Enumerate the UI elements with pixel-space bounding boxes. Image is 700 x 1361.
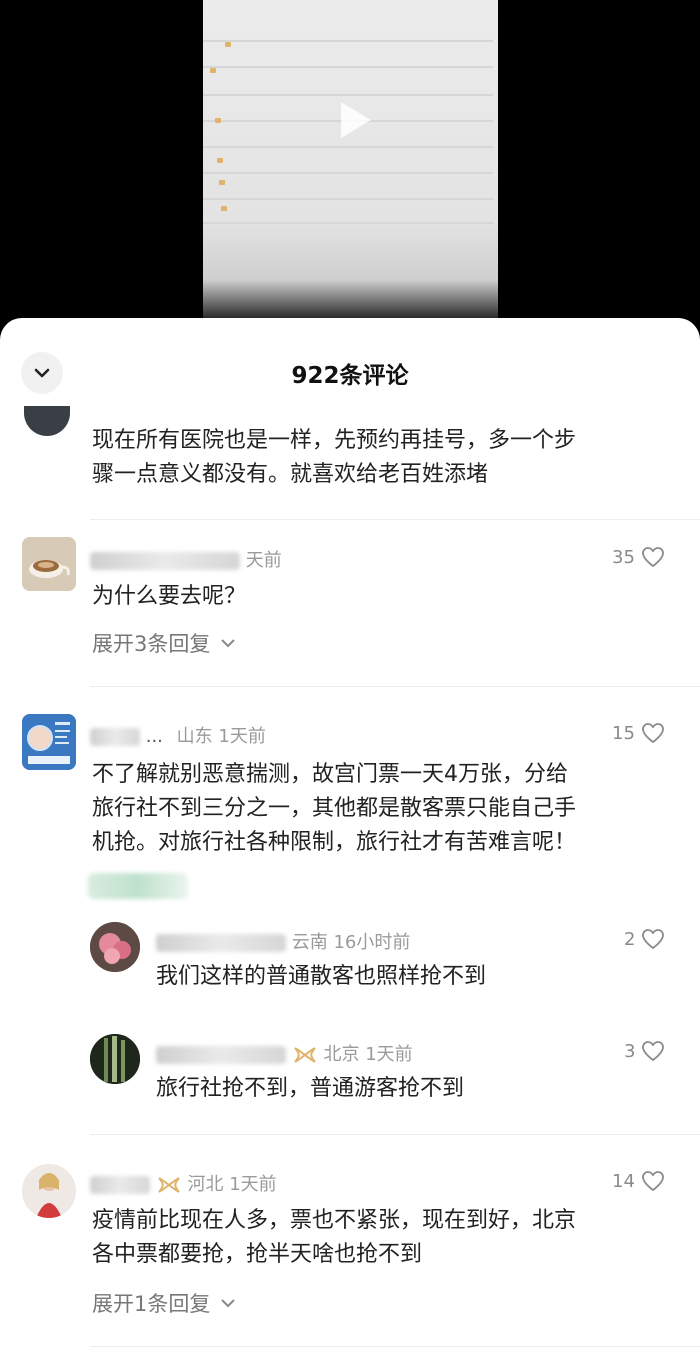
avatar[interactable] xyxy=(90,922,140,972)
redacted-badge xyxy=(88,873,188,899)
avatar[interactable] xyxy=(24,406,70,436)
comment-text: 疫情前比现在人多，票也不紧张，现在到好，北京 各中票都要抢，抢半天啥也抢不到 xyxy=(92,1208,577,1267)
like-button[interactable]: 14 xyxy=(612,1170,665,1192)
comment-sheet: 922条评论 现在所有医院也是一样，先预约再挂号，多一个步 骤一点意义都没有。就… xyxy=(0,318,700,1361)
expand-replies-button[interactable]: 展开3条回复 xyxy=(92,628,236,658)
heart-icon xyxy=(642,929,665,950)
like-count: 15 xyxy=(612,722,635,744)
like-count: 3 xyxy=(624,1040,636,1062)
reply-text: 我们这样的普通散客也照样抢不到 xyxy=(156,964,487,989)
comment-count-title: 922条评论 xyxy=(291,363,409,389)
reply-text: 旅行社抢不到，普通游客抢不到 xyxy=(156,1076,465,1101)
heart-icon xyxy=(642,547,664,568)
like-count: 14 xyxy=(612,1170,635,1192)
username-redacted xyxy=(90,1176,150,1194)
chevron-down-icon xyxy=(221,639,236,648)
comment-text: 为什么要去呢？ xyxy=(92,584,247,609)
avatar[interactable] xyxy=(22,1164,76,1218)
play-icon[interactable] xyxy=(335,100,375,140)
username-redacted xyxy=(90,728,140,746)
username-redacted xyxy=(156,934,286,952)
video-player[interactable] xyxy=(0,0,700,340)
like-button[interactable]: 3 xyxy=(624,1040,665,1062)
avatar[interactable] xyxy=(90,1034,140,1084)
like-button[interactable]: 2 xyxy=(624,928,665,950)
vip-badge-icon xyxy=(157,1177,180,1193)
reply-meta: 北京 1天前 xyxy=(156,1040,413,1066)
vip-badge-icon xyxy=(293,1047,316,1063)
heart-icon xyxy=(642,723,664,744)
reply-meta: 云南 16小时前 xyxy=(156,928,410,954)
comment-meta: 河北 1天前 xyxy=(90,1170,277,1196)
expand-replies-button[interactable]: 展开1条回复 xyxy=(92,1288,236,1318)
heart-icon xyxy=(642,1171,664,1192)
avatar[interactable] xyxy=(22,537,76,591)
chevron-down-icon xyxy=(221,1299,236,1308)
comment-meta: ... 山东 1天前 xyxy=(90,722,266,748)
comment-text: 现在所有医院也是一样，先预约再挂号，多一个步 骤一点意义都没有。就喜欢给老百姓添… xyxy=(92,428,577,487)
like-button[interactable]: 35 xyxy=(612,546,665,568)
video-frame xyxy=(203,0,498,318)
like-count: 2 xyxy=(624,928,636,950)
like-count: 35 xyxy=(612,546,635,568)
username-redacted xyxy=(90,552,240,570)
username-redacted xyxy=(156,1046,286,1064)
avatar[interactable] xyxy=(22,714,76,770)
like-button[interactable]: 15 xyxy=(612,722,665,744)
comment-text: 不了解就别恶意揣测，故宫门票一天4万张，分给 旅行社不到三分之一，其他都是散客票… xyxy=(92,762,577,855)
comment-meta: 天前 xyxy=(90,546,282,572)
heart-icon xyxy=(642,1041,665,1062)
